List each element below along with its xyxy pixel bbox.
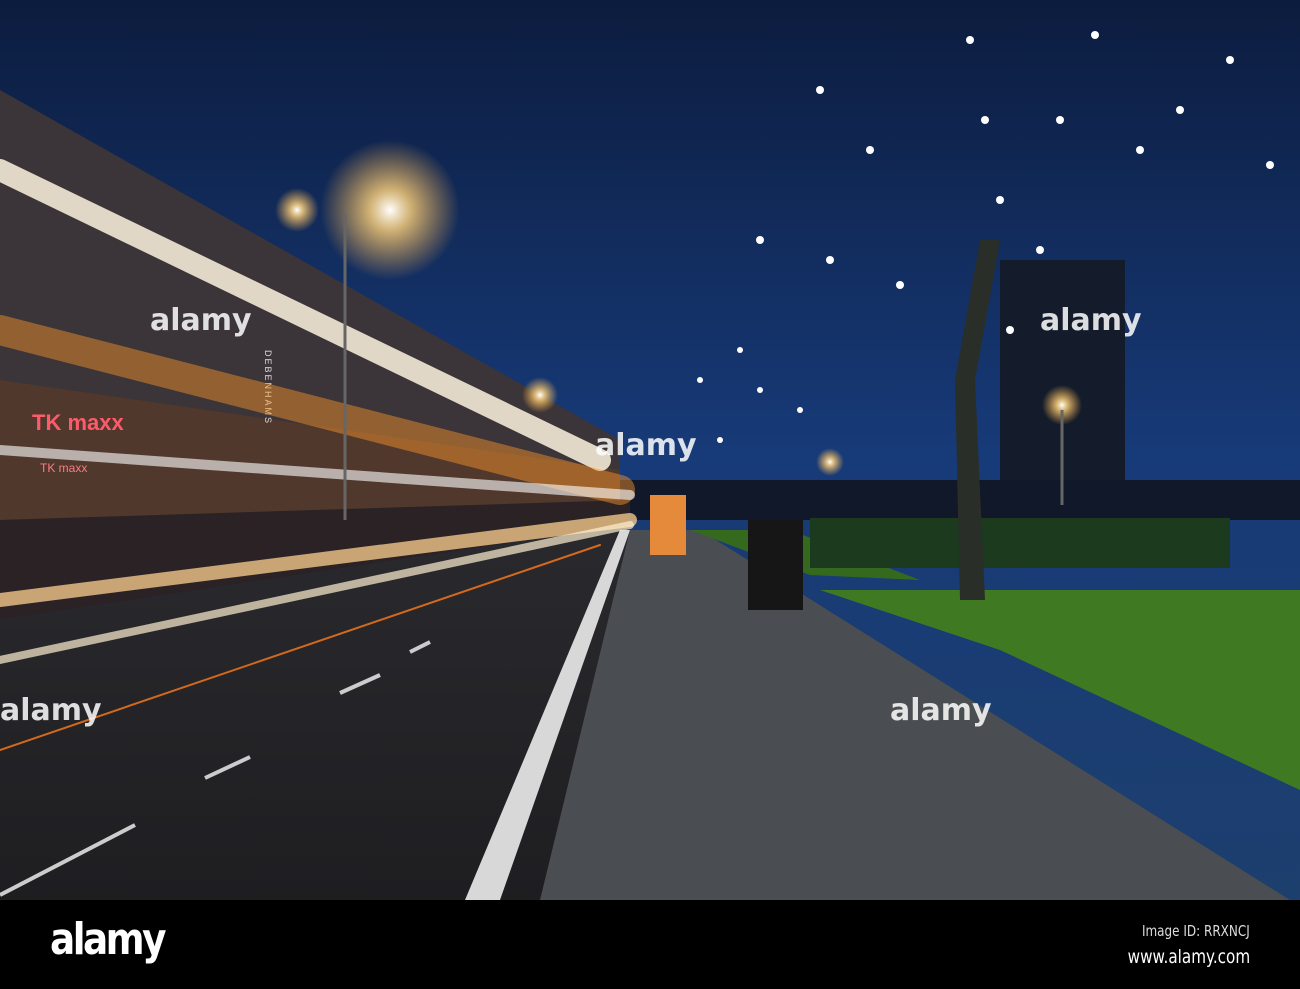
image-id: Image ID: RRXNCJ [1142,922,1250,940]
bus-shelter-ad [650,495,686,555]
bin [748,520,803,610]
svg-text:alamy: alamy [890,693,992,728]
alamy-logo: alamy [50,914,166,965]
tkmaxx-sign: TK maxx [32,410,124,435]
hedge [810,518,1230,568]
svg-text:alamy: alamy [1040,303,1142,338]
website-link: www.alamy.com [1127,946,1250,968]
svg-text:alamy: alamy [595,428,697,463]
street-photo: TK maxx TK maxx DEBENHAMS alamy alamy al… [0,0,1300,900]
svg-text:alamy: alamy [150,303,252,338]
street-lamp-glow [320,140,460,280]
footer: alamy Image ID: RRXNCJ www.alamy.com [0,900,1300,989]
tkmaxx-sign-small: TK maxx [40,461,87,475]
svg-text:alamy: alamy [0,693,102,728]
